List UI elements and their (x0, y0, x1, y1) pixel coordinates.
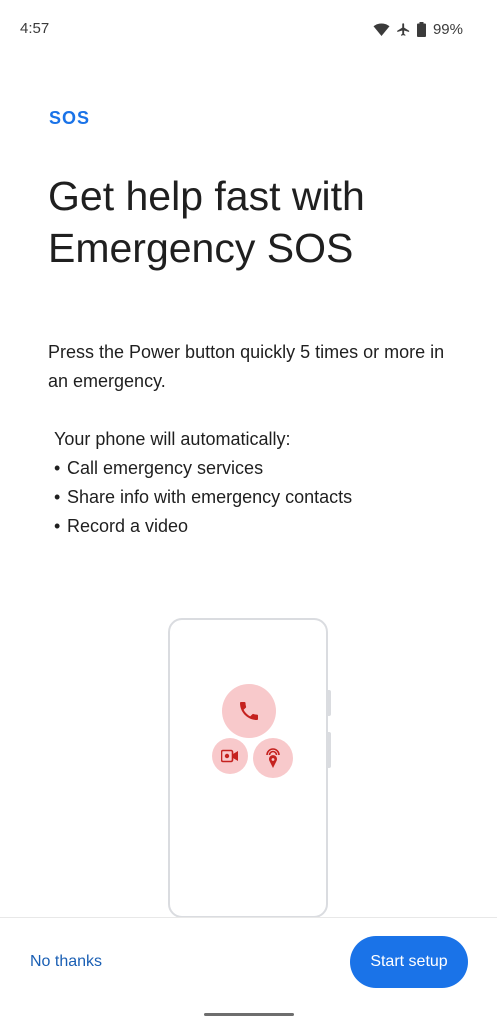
bullet-icon: • (54, 487, 61, 507)
list-item: • Share info with emergency contacts (54, 483, 464, 512)
battery-percent: 99% (432, 21, 463, 38)
phone-volume-button (327, 732, 331, 768)
page-title: Get help fast with Emergency SOS (48, 173, 365, 271)
status-time: 4:57 (20, 20, 50, 37)
no-thanks-button[interactable]: No thanks (22, 942, 110, 982)
gesture-navigation-bar[interactable] (204, 1013, 294, 1016)
bullet-icon: • (54, 458, 61, 478)
status-icons: 99% (373, 21, 463, 38)
list-item-label: Share info with emergency contacts (67, 487, 353, 507)
automatic-actions: Your phone will automatically: • Call em… (54, 425, 464, 541)
list-item-label: Call emergency services (67, 458, 264, 478)
status-bar: 4:57 99% (0, 0, 497, 60)
emergency-sos-setup-screen: 4:57 99% SOS Get help fast with Emergenc… (0, 0, 497, 1024)
bullet-icon: • (54, 516, 61, 536)
list-item-label: Record a video (67, 516, 189, 536)
airplane-icon (396, 22, 411, 37)
automatic-actions-intro: Your phone will automatically: (54, 429, 291, 449)
bottom-divider (0, 917, 497, 918)
list-item: • Call emergency services (54, 454, 464, 483)
description-text: Press the Power button quickly 5 times o… (48, 342, 445, 391)
sos-label: SOS (49, 108, 91, 128)
battery-icon (416, 22, 426, 37)
wifi-icon (373, 23, 390, 37)
phone-call-icon (222, 684, 276, 738)
video-record-icon (212, 738, 248, 774)
start-setup-button[interactable]: Start setup (350, 936, 468, 988)
list-item: • Record a video (54, 512, 464, 541)
location-share-icon (253, 738, 293, 778)
phone-illustration (168, 618, 328, 918)
phone-power-button (327, 690, 331, 716)
